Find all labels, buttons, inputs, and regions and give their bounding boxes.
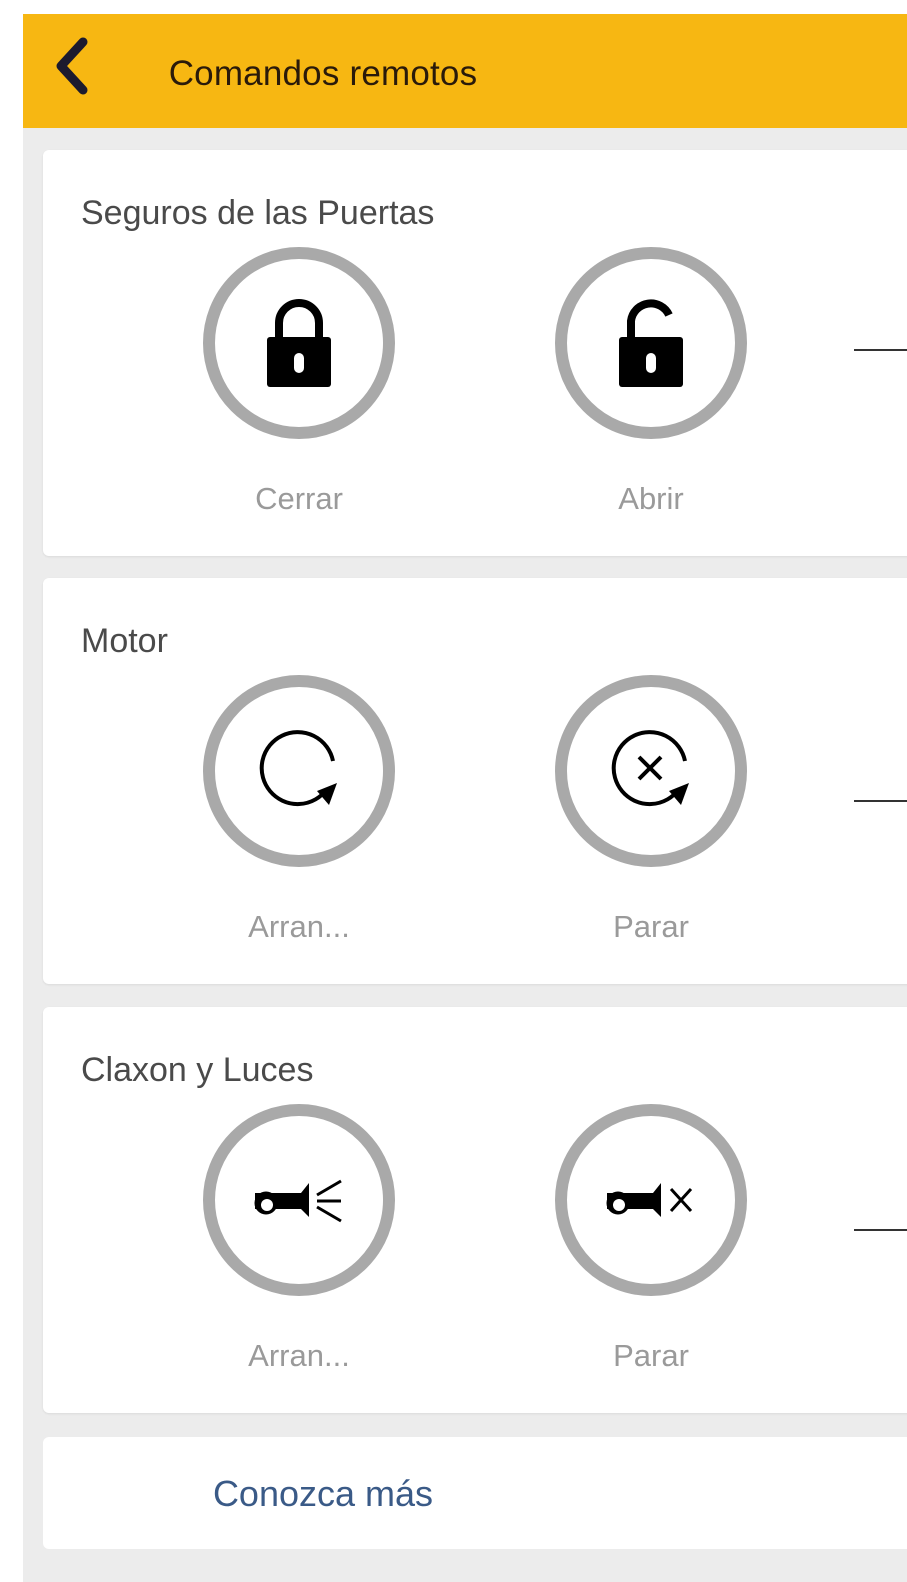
- horn-icon: [254, 1179, 342, 1223]
- engine-stop-label: Parar: [613, 909, 689, 944]
- remote-commands-screen: Comandos remotos Seguros de las Puertas …: [23, 14, 907, 1582]
- horn-stop-label: Parar: [613, 1338, 689, 1373]
- engine-start-icon: [259, 730, 337, 807]
- engine-stop-icon: [611, 730, 689, 807]
- horn-start-label: Arran...: [248, 1338, 350, 1373]
- divider-line: [854, 349, 907, 351]
- lock-closed-icon: [267, 299, 331, 387]
- engine-start-label: Arran...: [248, 909, 350, 944]
- lock-label: Cerrar: [255, 481, 343, 516]
- lock-doors-button[interactable]: [203, 247, 395, 439]
- section-title: Motor: [81, 622, 168, 660]
- engine-card: Motor Arran... Parar: [43, 578, 907, 984]
- divider-line: [854, 800, 907, 802]
- divider-line: [854, 1229, 907, 1231]
- engine-stop-button[interactable]: [555, 675, 747, 867]
- door-locks-card: Seguros de las Puertas Cerrar Abrir: [43, 150, 907, 556]
- horn-lights-card: Claxon y Luces Arran... Parar: [43, 1007, 907, 1413]
- learn-more-label: Conozca más: [212, 1473, 434, 1514]
- horn-stop-button[interactable]: [555, 1104, 747, 1296]
- horn-stop-icon: [606, 1183, 693, 1217]
- lock-open-icon: [619, 299, 683, 387]
- section-title: Seguros de las Puertas: [81, 194, 435, 232]
- section-title: Claxon y Luces: [81, 1051, 314, 1089]
- engine-start-button[interactable]: [203, 675, 395, 867]
- horn-start-button[interactable]: [203, 1104, 395, 1296]
- page-title: Comandos remotos: [168, 54, 478, 93]
- unlock-label: Abrir: [618, 481, 684, 516]
- unlock-doors-button[interactable]: [555, 247, 747, 439]
- learn-more-button[interactable]: Conozca más: [43, 1437, 907, 1549]
- app-header: Comandos remotos: [23, 14, 907, 128]
